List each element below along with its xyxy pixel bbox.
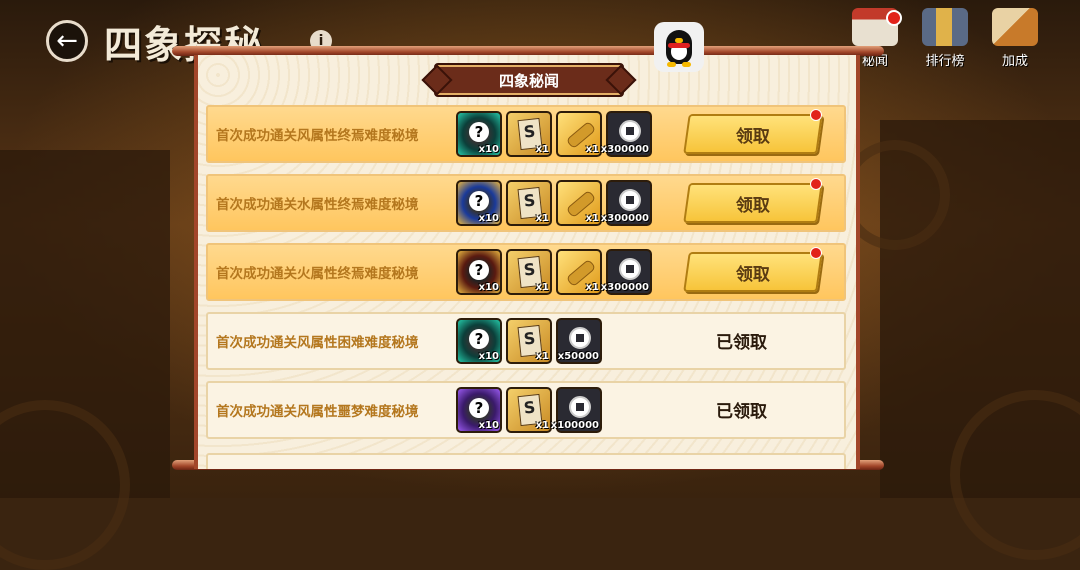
reward-scroll-icon[interactable]: x1 — [506, 111, 552, 157]
task-row: 首次成功通关水属性终焉难度秘境?x10x1x1x300000领取 — [206, 174, 846, 232]
coin-icon — [619, 120, 641, 142]
reward-bamboo-icon[interactable]: x1 — [556, 111, 602, 157]
reward-quantity: x100000 — [550, 420, 599, 431]
task-title: 首次成功通关水属性终焉难度秘境 — [216, 197, 419, 213]
reward-quantity: x300000 — [600, 213, 649, 224]
nav-leaderboard[interactable]: 排行榜 — [910, 8, 980, 69]
reward-quantity: x1 — [535, 144, 549, 155]
reward-quantity: x10 — [478, 213, 499, 224]
reward-scroll-icon[interactable]: x1 — [506, 180, 552, 226]
reward-quantity: x1 — [535, 282, 549, 293]
reward-mystery-icon[interactable]: ? x10 — [456, 180, 502, 226]
reward-coin-icon[interactable]: x300000 — [601, 180, 652, 226]
coin-icon — [569, 396, 591, 418]
reward-quantity: x300000 — [600, 144, 649, 155]
arrow-left-icon: ← — [56, 26, 78, 56]
secret-news-icon — [852, 8, 902, 46]
reward-coin-icon[interactable]: x300000 — [601, 111, 652, 157]
reward-coin-icon[interactable]: x50000 — [556, 318, 602, 364]
question-mark-icon: ? — [469, 260, 489, 280]
nav-label: 排行榜 — [925, 54, 965, 69]
coin-icon — [619, 258, 641, 280]
reward-scroll-icon[interactable]: x1 — [506, 318, 552, 364]
reward-bamboo-icon[interactable]: x1 — [556, 249, 602, 295]
question-mark-icon: ? — [469, 329, 489, 349]
claimed-status: 已领取 — [716, 333, 767, 353]
coin-icon — [569, 327, 591, 349]
question-mark-icon: ? — [469, 191, 489, 211]
reward-mystery-icon[interactable]: ? x10 — [456, 249, 502, 295]
reward-quantity: x10 — [478, 351, 499, 362]
reward-quantity: x1 — [585, 144, 599, 155]
claim-button[interactable]: 领取 — [683, 114, 823, 154]
reward-scroll-icon[interactable]: x1 — [506, 249, 552, 295]
notification-dot — [810, 178, 822, 190]
back-button[interactable]: ← — [46, 20, 88, 62]
reward-quantity: x10 — [478, 420, 499, 431]
reward-quantity: x1 — [535, 420, 549, 431]
claim-button-label: 领取 — [736, 195, 770, 216]
claim-button-label: 领取 — [736, 126, 770, 147]
reward-scroll-icon[interactable]: x1 — [506, 387, 552, 433]
reward-quantity: x300000 — [600, 282, 649, 293]
nav-label: 加成 — [1001, 54, 1028, 69]
reward-quantity: x1 — [585, 282, 599, 293]
task-title: 首次成功通关风属性噩梦难度秘境 — [216, 404, 419, 420]
list-item-partial — [206, 453, 846, 469]
qq-button[interactable] — [654, 22, 704, 72]
leaderboard-icon — [922, 8, 968, 46]
claim-button[interactable]: 领取 — [683, 252, 823, 292]
coin-icon — [619, 189, 641, 211]
reward-quantity: x10 — [478, 144, 499, 155]
reward-mystery-icon[interactable]: ? x10 — [456, 387, 502, 433]
reward-bamboo-icon[interactable]: x1 — [556, 180, 602, 226]
reward-coin-icon[interactable]: x100000 — [551, 387, 602, 433]
reward-quantity: x50000 — [557, 351, 599, 362]
bonus-icon — [992, 8, 1038, 46]
reward-quantity: x10 — [478, 282, 499, 293]
reward-mystery-icon[interactable]: ? x10 — [456, 111, 502, 157]
question-mark-icon: ? — [469, 122, 489, 142]
task-row: 首次成功通关风属性终焉难度秘境?x10x1x1x300000领取 — [206, 105, 846, 163]
notification-dot — [886, 10, 902, 26]
task-row: 首次成功通关风属性困难难度秘境? x10 x1 x50000 已领取 — [206, 312, 846, 370]
claim-button-label: 领取 — [736, 264, 770, 285]
claimed-status: 已领取 — [716, 402, 767, 422]
reward-coin-icon[interactable]: x300000 — [601, 249, 652, 295]
reward-quantity: x1 — [585, 213, 599, 224]
reward-quantity: x1 — [535, 213, 549, 224]
rewards-panel[interactable]: 四象秘闻 首次成功通关风属性终焉难度秘境?x10x1x1x300000领取首次成… — [194, 55, 860, 469]
notification-dot — [810, 247, 822, 259]
reward-mystery-icon[interactable]: ? x10 — [456, 318, 502, 364]
task-row: 首次成功通关火属性终焉难度秘境?x10x1x1x300000领取 — [206, 243, 846, 301]
qq-penguin-icon — [666, 30, 692, 67]
notification-dot — [810, 109, 822, 121]
reward-quantity: x1 — [535, 351, 549, 362]
task-title: 首次成功通关风属性困难难度秘境 — [216, 335, 419, 351]
nav-bonus[interactable]: 加成 — [980, 8, 1050, 69]
task-row: 首次成功通关风属性噩梦难度秘境? x10 x1x100000 已领取 — [206, 381, 846, 439]
question-mark-icon: ? — [469, 398, 489, 418]
panel-title: 四象秘闻 — [434, 63, 624, 97]
claim-button[interactable]: 领取 — [683, 183, 823, 223]
task-title: 首次成功通关火属性终焉难度秘境 — [216, 266, 419, 282]
task-title: 首次成功通关风属性终焉难度秘境 — [216, 128, 419, 144]
